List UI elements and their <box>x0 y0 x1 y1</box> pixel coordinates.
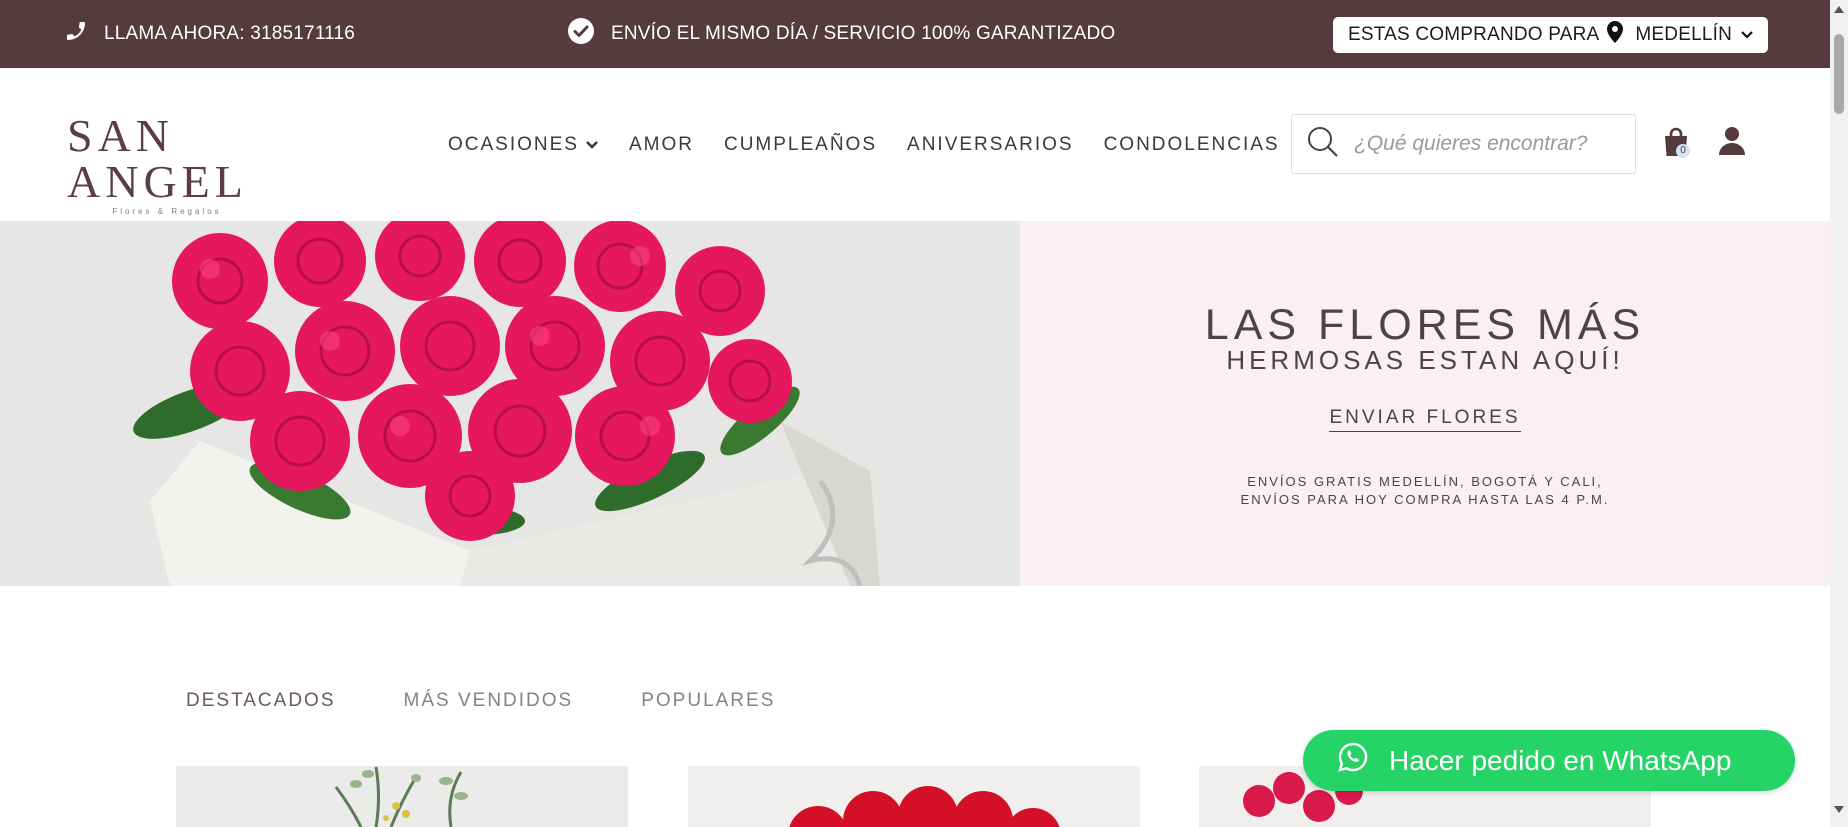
nav-item-amor[interactable]: AMOR <box>629 134 694 156</box>
hero-title: LAS FLORES MÁS <box>1204 301 1646 349</box>
phone-icon <box>64 19 88 49</box>
scroll-up-arrow-icon[interactable] <box>1834 6 1844 13</box>
location-selector[interactable]: ESTAS COMPRANDO PARA MEDELLÍN <box>1333 17 1768 53</box>
call-now[interactable]: LLAMA AHORA: 3185171116 <box>64 0 355 68</box>
product-tabs: DESTACADOS MÁS VENDIDOS POPULARES <box>186 690 775 712</box>
nav-item-condolencias[interactable]: CONDOLENCIAS <box>1104 134 1280 156</box>
hero-note-line-2: ENVÍOS PARA HOY COMPRA HASTA LAS 4 P.M. <box>1240 492 1610 507</box>
nav-item-ocasiones[interactable]: OCASIONES <box>448 134 599 156</box>
hero-image[interactable] <box>0 221 1020 586</box>
cart-button[interactable]: 0 <box>1663 127 1693 159</box>
search-icon[interactable] <box>1306 125 1340 164</box>
top-bar: LLAMA AHORA: 3185171116 ENVÍO EL MISMO D… <box>0 0 1830 68</box>
nav-item-label: CONDOLENCIAS <box>1103 133 1280 155</box>
logo-main: SAN ANGEL <box>67 110 248 207</box>
shipping-text: ENVÍO EL MISMO DÍA / SERVICIO 100% GARAN… <box>611 23 1116 44</box>
hero-subtitle: HERMOSAS ESTAN AQUÍ! <box>1226 345 1624 375</box>
tab-populares[interactable]: POPULARES <box>641 690 775 712</box>
nav-item-label: AMOR <box>628 133 694 155</box>
hero-shipping-note: ENVÍOS GRATIS MEDELLÍN, BOGOTÁ Y CALI, E… <box>1020 473 1830 509</box>
scroll-down-arrow-icon[interactable] <box>1834 806 1844 813</box>
send-flowers-link[interactable]: ENVIAR FLORES <box>1329 407 1521 432</box>
account-button[interactable] <box>1718 126 1746 158</box>
site-header: SAN ANGEL Flores & Regalos OCASIONES AMO… <box>0 68 1830 221</box>
hero-note-line-1: ENVÍOS GRATIS MEDELLÍN, BOGOTÁ Y CALI, <box>1247 474 1603 489</box>
main-nav: OCASIONES AMOR CUMPLEAÑOS ANIVERSARIOS C… <box>448 68 1280 221</box>
shipping-banner: ENVÍO EL MISMO DÍA / SERVICIO 100% GARAN… <box>567 0 1115 68</box>
tab-destacados[interactable]: DESTACADOS <box>186 690 336 712</box>
send-flowers-link-wrap: ENVIAR FLORES <box>1020 407 1830 432</box>
nav-item-label: ANIVERSARIOS <box>907 133 1074 155</box>
search-input[interactable] <box>1354 132 1635 156</box>
hero-banner: LAS FLORES MÁS HERMOSAS ESTAN AQUÍ! ENVI… <box>0 221 1830 586</box>
logo[interactable]: SAN ANGEL Flores & Regalos <box>67 113 322 217</box>
product-card[interactable] <box>688 766 1140 827</box>
location-prefix: ESTAS COMPRANDO PARA <box>1348 24 1600 45</box>
call-now-text: LLAMA AHORA: 3185171116 <box>104 23 356 44</box>
chevron-down-icon <box>585 134 599 156</box>
cart-count-badge: 0 <box>1676 144 1690 158</box>
whatsapp-order-button[interactable]: Hacer pedido en WhatsApp <box>1303 730 1795 791</box>
map-pin-icon <box>1607 21 1624 49</box>
rose-box-image <box>0 221 1020 586</box>
whatsapp-label: Hacer pedido en WhatsApp <box>1389 744 1732 776</box>
product-card[interactable] <box>176 766 628 827</box>
product-image <box>176 766 628 827</box>
user-icon <box>1718 127 1746 160</box>
scroll-thumb[interactable] <box>1834 34 1844 114</box>
logo-tagline: Flores & Regalos <box>112 207 222 216</box>
whatsapp-icon <box>1337 741 1369 780</box>
product-image <box>688 766 1140 827</box>
chevron-down-icon <box>1740 24 1754 46</box>
nav-item-label: CUMPLEAÑOS <box>723 133 878 155</box>
location-city: MEDELLÍN <box>1635 24 1733 45</box>
page-scrollbar[interactable] <box>1830 0 1848 827</box>
nav-item-label: OCASIONES <box>448 133 579 155</box>
search-box <box>1291 114 1636 174</box>
check-circle-icon <box>567 17 595 51</box>
nav-item-aniversarios[interactable]: ANIVERSARIOS <box>907 134 1074 156</box>
tab-mas-vendidos[interactable]: MÁS VENDIDOS <box>404 690 574 712</box>
hero-text-panel: LAS FLORES MÁS HERMOSAS ESTAN AQUÍ! ENVI… <box>1020 221 1830 586</box>
nav-item-cumpleanos[interactable]: CUMPLEAÑOS <box>724 134 877 156</box>
